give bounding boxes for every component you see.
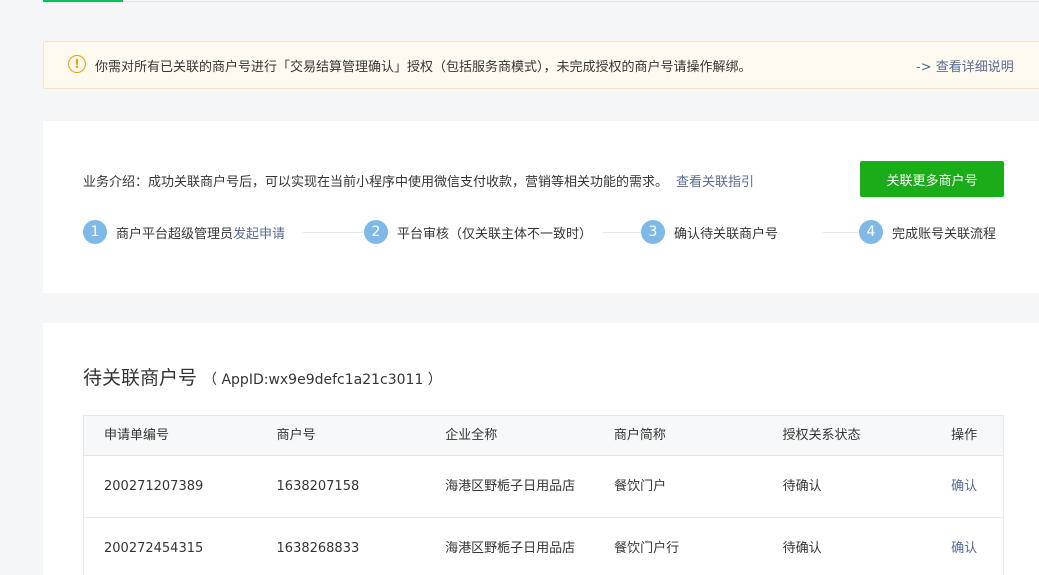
- association-guide-link[interactable]: 查看关联指引: [676, 175, 754, 190]
- merchant-number: 1638268833: [276, 540, 360, 556]
- authorization-status: 待确认: [782, 478, 822, 494]
- step-2: 2 平台审核（仅关联主体不一致时）: [364, 220, 599, 244]
- intro-text: 业务介绍：成功关联商户号后，可以实现在当前小程序中使用微信支付收款，营销等相关功…: [83, 175, 669, 190]
- section-heading: 待关联商户号: [83, 367, 198, 389]
- business-intro: 业务介绍：成功关联商户号后，可以实现在当前小程序中使用微信支付收款，营销等相关功…: [83, 171, 754, 190]
- step-4: 4 完成账号关联流程: [859, 220, 1003, 244]
- company-name: 海港区野栀子日用品店: [445, 540, 576, 556]
- action-cell: 确认: [931, 538, 1003, 560]
- step-label: 完成账号关联流程: [892, 226, 997, 242]
- step-number: 2: [364, 220, 388, 244]
- action-cell: 确认: [931, 476, 1003, 498]
- step-label: 平台审核（仅关联主体不一致时）: [397, 226, 593, 242]
- merchant-short-name: 餐饮门户行: [614, 540, 680, 556]
- table-header: 申请单编号 商户号 企业全称 商户简称 授权关系状态 操作: [84, 416, 1003, 456]
- active-tab-indicator: [43, 0, 123, 2]
- step-number: 3: [641, 220, 665, 244]
- order-number: 200271207389: [104, 478, 204, 494]
- merchant-number: 1638207158: [276, 478, 360, 494]
- appid-label: （ AppID:wx9e9defc1a21c3011 ）: [203, 372, 442, 388]
- notice-text: 你需对所有已关联的商户号进行「交易结算管理确认」授权（包括服务商模式），未完成授…: [95, 60, 752, 75]
- associate-more-merchants-button[interactable]: 关联更多商户号: [860, 161, 1004, 197]
- warning-icon: !: [68, 55, 86, 73]
- column-header: 授权关系状态: [782, 427, 861, 443]
- authorization-status: 待确认: [782, 540, 822, 556]
- column-header: 操作: [951, 427, 978, 443]
- initiate-application-link[interactable]: 发起申请: [233, 223, 285, 242]
- pending-merchants-table: 申请单编号 商户号 企业全称 商户简称 授权关系状态 操作 2002712073…: [83, 415, 1004, 575]
- merchant-short-name: 餐饮门户: [614, 478, 667, 494]
- intro-card: 业务介绍：成功关联商户号后，可以实现在当前小程序中使用微信支付收款，营销等相关功…: [43, 121, 1039, 293]
- section-title: 待关联商户号 （ AppID:wx9e9defc1a21c3011 ）: [83, 363, 442, 390]
- column-header: 申请单编号: [104, 427, 170, 443]
- table-row: 200272454315 1638268833 海港区野栀子日用品店 餐饮门户行…: [84, 518, 1003, 575]
- step-number: 4: [859, 220, 883, 244]
- confirm-link[interactable]: 确认: [951, 541, 977, 556]
- pending-merchants-card: 待关联商户号 （ AppID:wx9e9defc1a21c3011 ） 申请单编号…: [43, 323, 1039, 575]
- column-header: 商户简称: [613, 427, 666, 443]
- step-3: 3 确认待关联商户号: [641, 220, 785, 244]
- column-header: 商户号: [276, 427, 316, 443]
- step-1: 1 商户平台超级管理员 发起申请: [83, 220, 292, 244]
- process-steps: 1 商户平台超级管理员 发起申请 2 平台审核（仅关联主体不一致时） 3 确认待关…: [83, 220, 1005, 244]
- order-number: 200272454315: [104, 540, 204, 556]
- step-number: 1: [83, 220, 107, 244]
- view-details-link[interactable]: -> 查看详细说明: [916, 56, 1014, 75]
- authorization-notice: ! 你需对所有已关联的商户号进行「交易结算管理确认」授权（包括服务商模式），未完…: [43, 41, 1039, 89]
- company-name-cell: 海港区野栀子日用品店: [425, 538, 594, 560]
- table-row: 200271207389 1638207158 海港区野栀子日用品店 餐饮门户 …: [84, 456, 1003, 518]
- column-header: 企业全称: [445, 427, 498, 443]
- company-name-cell: 海港区野栀子日用品店: [425, 476, 594, 498]
- step-label: 确认待关联商户号: [674, 226, 779, 242]
- step-label: 商户平台超级管理员: [116, 226, 234, 242]
- tab-bar: [43, 0, 1039, 2]
- confirm-link[interactable]: 确认: [951, 479, 977, 494]
- company-name: 海港区野栀子日用品店: [445, 478, 576, 494]
